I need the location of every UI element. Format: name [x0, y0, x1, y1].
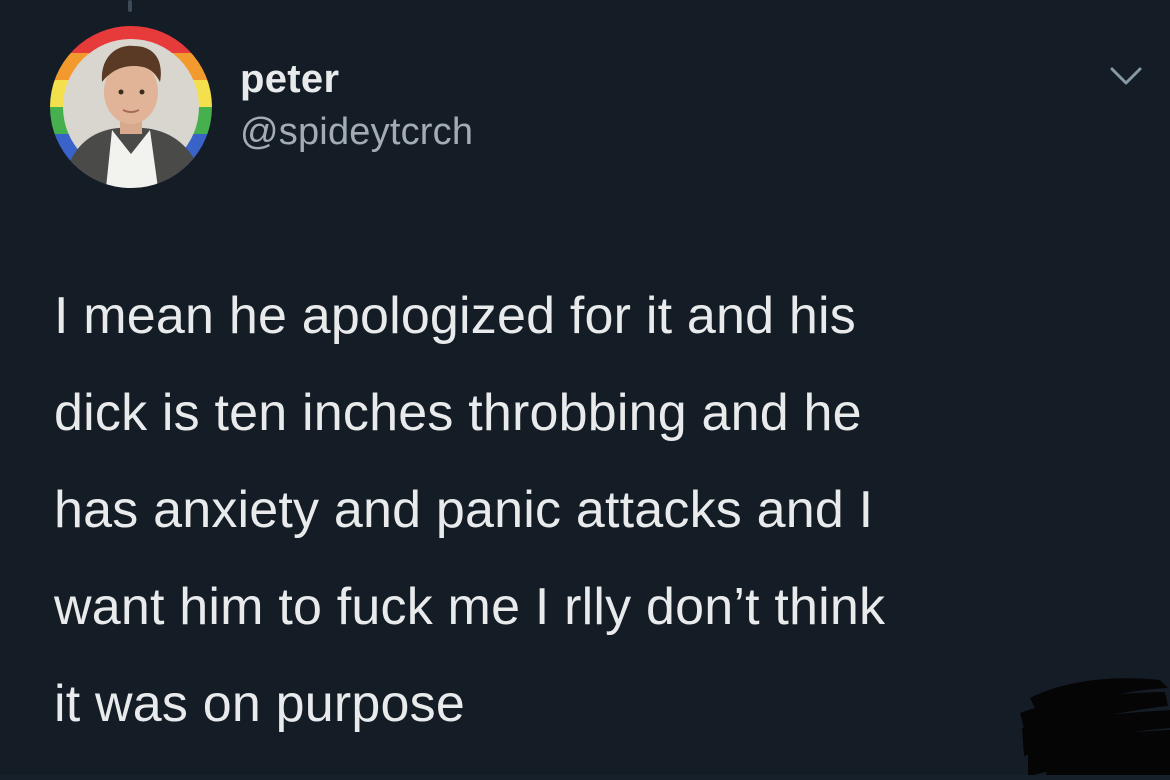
chevron-down-icon[interactable]	[1108, 64, 1144, 88]
avatar[interactable]	[50, 26, 212, 188]
tweet-card: peter @spideytcrch I mean he apologized …	[0, 0, 1170, 775]
thread-connector-line	[128, 0, 132, 12]
tweet-text: I mean he apologized for it and his dick…	[54, 287, 886, 733]
redaction-scribble	[1010, 658, 1170, 775]
user-handle[interactable]: @spideytcrch	[240, 111, 473, 154]
display-name[interactable]: peter	[240, 57, 339, 102]
avatar-image	[50, 26, 212, 188]
